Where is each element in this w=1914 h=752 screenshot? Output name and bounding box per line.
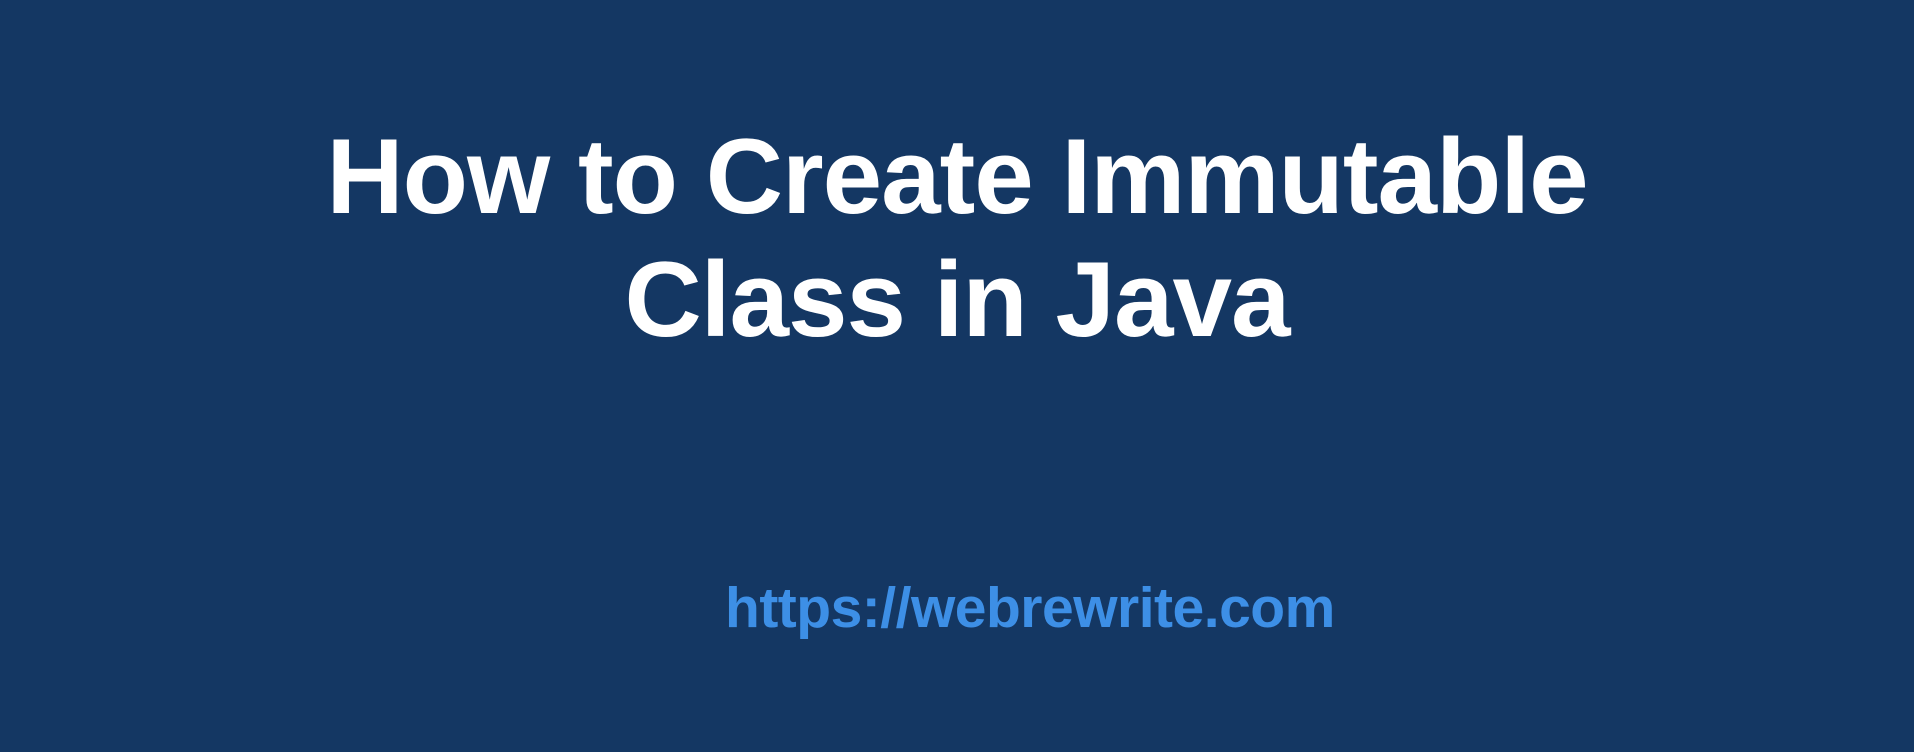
banner-container: How to Create Immutable Class in Java ht… [0, 0, 1914, 752]
banner-url: https://webrewrite.com [725, 575, 1335, 641]
banner-title: How to Create Immutable Class in Java [0, 115, 1914, 361]
title-line-1: How to Create Immutable [326, 116, 1587, 236]
title-line-2: Class in Java [624, 239, 1289, 359]
